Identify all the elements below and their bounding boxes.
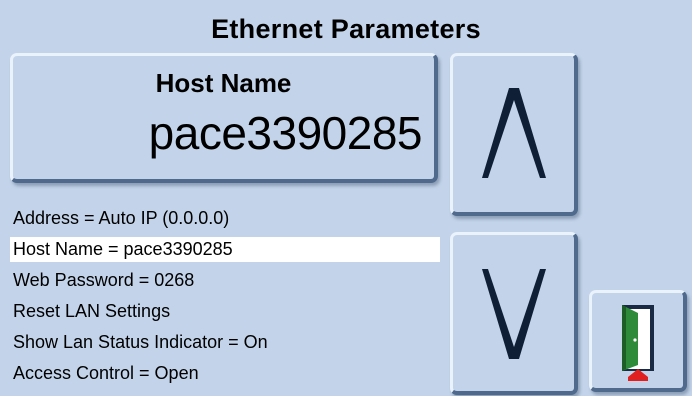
exit-door-icon bbox=[622, 305, 654, 381]
host-name-label: Host Name bbox=[155, 68, 292, 98]
page-title: Ethernet Parameters bbox=[211, 14, 481, 44]
exit-button[interactable] bbox=[589, 290, 687, 392]
scroll-up-button[interactable] bbox=[450, 53, 578, 216]
parameter-list: Address = Auto IP (0.0.0.0) Host Name = … bbox=[10, 206, 440, 392]
scroll-down-button[interactable] bbox=[450, 232, 578, 395]
list-item-web-password[interactable]: Web Password = 0268 bbox=[10, 268, 440, 293]
list-item-access-control[interactable]: Access Control = Open bbox=[10, 361, 440, 386]
host-name-value: pace3390285 bbox=[148, 107, 423, 159]
chevron-down-icon bbox=[482, 269, 546, 359]
list-item-lan-status-indicator[interactable]: Show Lan Status Indicator = On bbox=[10, 330, 440, 355]
list-item-reset-lan[interactable]: Reset LAN Settings bbox=[10, 299, 440, 324]
list-item-host-name[interactable]: Host Name = pace3390285 bbox=[10, 237, 440, 262]
chevron-up-icon bbox=[482, 88, 546, 178]
list-item-address[interactable]: Address = Auto IP (0.0.0.0) bbox=[10, 206, 440, 231]
host-name-display[interactable]: Host Name pace3390285 bbox=[10, 53, 438, 183]
